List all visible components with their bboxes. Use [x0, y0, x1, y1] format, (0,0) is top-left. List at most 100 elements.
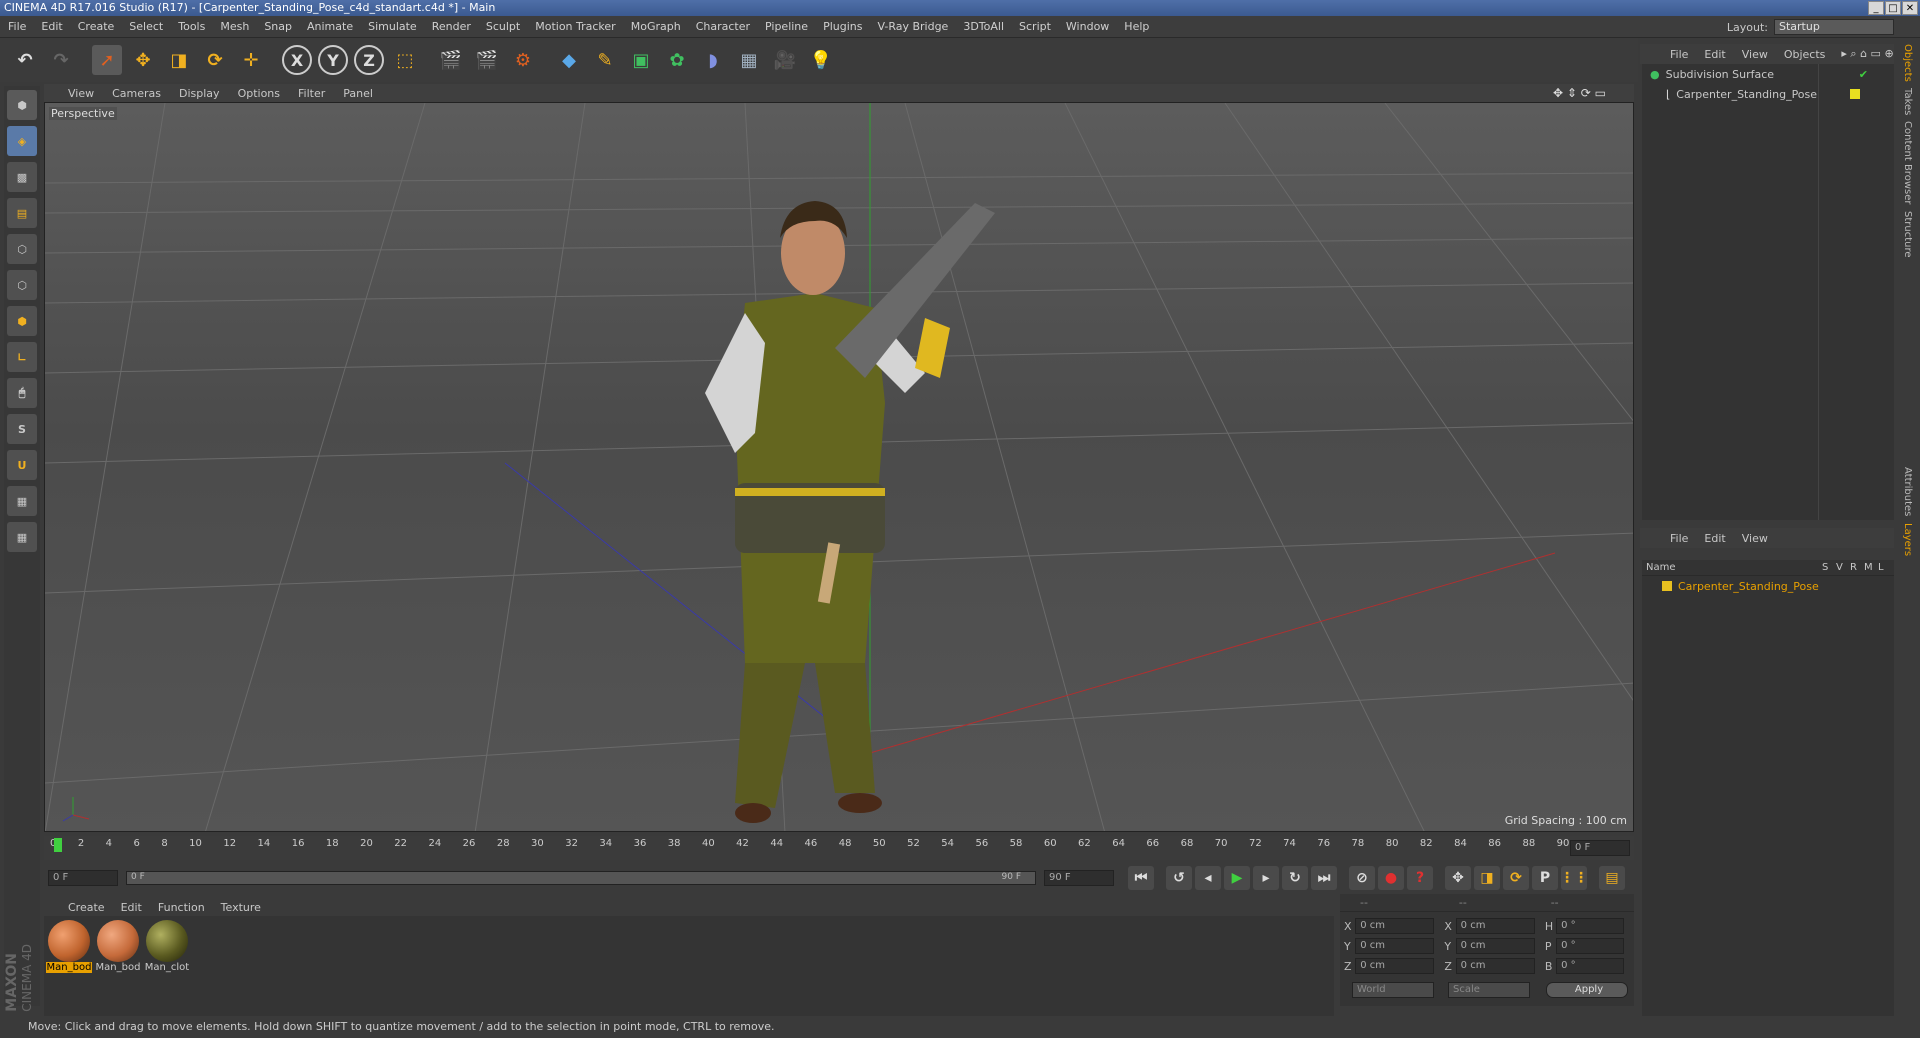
timeline-ruler[interactable]: 0246810121416182022242628303234363840424… [44, 836, 1634, 860]
viewport-nav-icons[interactable]: ✥ ⇕ ⟳ ▭ [1553, 86, 1606, 100]
objects-menu-edit[interactable]: Edit [1704, 48, 1725, 61]
close-button[interactable]: ✕ [1902, 1, 1918, 15]
menu-render[interactable]: Render [432, 20, 471, 33]
start-frame-field[interactable]: 0 F [48, 870, 118, 886]
make-editable-icon[interactable]: ⬢ [7, 90, 37, 120]
viewport-menu-options[interactable]: Options [238, 87, 280, 100]
tab-takes[interactable]: Takes [1902, 88, 1913, 115]
rotate-tool-icon[interactable]: ⟳ [200, 45, 230, 75]
pos-x-field[interactable]: 0 cm [1355, 918, 1435, 934]
viewport-menu-display[interactable]: Display [179, 87, 220, 100]
axis-mode-icon[interactable]: ∟ [7, 342, 37, 372]
record-icon[interactable]: ● [1378, 866, 1404, 890]
material-item[interactable]: Man_clot [144, 920, 190, 1016]
prev-frame-icon[interactable]: ◂ [1195, 866, 1221, 890]
menu-plugins[interactable]: Plugins [823, 20, 862, 33]
planar-workplane-icon[interactable]: ▦ [7, 522, 37, 552]
next-key-icon[interactable]: ↻ [1282, 866, 1308, 890]
size-y-field[interactable]: 0 cm [1455, 938, 1535, 954]
objects-menu-objects[interactable]: Objects [1784, 48, 1826, 61]
light-icon[interactable]: 💡 [806, 45, 836, 75]
menu-motion-tracker[interactable]: Motion Tracker [535, 20, 615, 33]
camera-icon[interactable]: 🎥 [770, 45, 800, 75]
rot-b-field[interactable]: 0 ° [1556, 958, 1624, 974]
key-position-icon[interactable]: ✥ [1445, 866, 1471, 890]
menu-3dtoall[interactable]: 3DToAll [963, 20, 1004, 33]
texture-mode-icon[interactable]: ▩ [7, 162, 37, 192]
move-tool-icon[interactable]: ✥ [128, 45, 158, 75]
scale-tool-icon[interactable]: ◨ [164, 45, 194, 75]
tab-attributes[interactable]: Attributes [1902, 467, 1913, 516]
menu-select[interactable]: Select [129, 20, 163, 33]
maximize-button[interactable]: □ [1885, 1, 1901, 15]
layers-menu-file[interactable]: File [1670, 532, 1688, 545]
menu-tools[interactable]: Tools [178, 20, 205, 33]
minimize-button[interactable]: _ [1868, 1, 1884, 15]
layer-item[interactable]: Carpenter_Standing_Pose [1642, 576, 1894, 596]
recent-tool-icon[interactable]: ✛ [236, 45, 266, 75]
coordinate-system-icon[interactable]: ⬚ [390, 45, 420, 75]
y-axis-lock-icon[interactable]: Y [318, 45, 348, 75]
timeline-window-icon[interactable]: ▤ [1599, 866, 1625, 890]
menu-help[interactable]: Help [1124, 20, 1149, 33]
material-menu-texture[interactable]: Texture [221, 901, 261, 914]
key-pla-icon[interactable]: ⋮⋮ [1560, 866, 1588, 890]
menu-animate[interactable]: Animate [307, 20, 353, 33]
rot-h-field[interactable]: 0 ° [1556, 918, 1624, 934]
layout-dropdown[interactable]: Startup [1774, 19, 1894, 35]
viewport-menu-cameras[interactable]: Cameras [112, 87, 161, 100]
coord-scale-dropdown[interactable]: Scale [1448, 982, 1530, 998]
tweak-mode-icon[interactable]: 🖱 [7, 378, 37, 408]
z-axis-lock-icon[interactable]: Z [354, 45, 384, 75]
menu-edit[interactable]: Edit [41, 20, 62, 33]
tab-structure[interactable]: Structure [1902, 211, 1913, 258]
snap-icon[interactable]: S [7, 414, 37, 444]
viewport-menu-filter[interactable]: Filter [298, 87, 325, 100]
motion-path-icon[interactable]: ⊘ [1349, 866, 1375, 890]
material-item[interactable]: Man_bod [95, 920, 141, 1016]
x-axis-lock-icon[interactable]: X [282, 45, 312, 75]
autokey-icon[interactable]: ? [1407, 866, 1433, 890]
menu-simulate[interactable]: Simulate [368, 20, 417, 33]
tab-content-browser[interactable]: Content Browser [1902, 121, 1913, 204]
end-frame-field[interactable]: 90 F [1044, 870, 1114, 886]
goto-end-icon[interactable]: ⏭ [1311, 866, 1337, 890]
edit-render-settings-icon[interactable]: ⚙ [508, 45, 538, 75]
material-menu-function[interactable]: Function [158, 901, 205, 914]
viewport-menu-panel[interactable]: Panel [343, 87, 373, 100]
edge-mode-icon[interactable]: ⬡ [7, 270, 37, 300]
magnet-icon[interactable]: U [7, 450, 37, 480]
next-frame-icon[interactable]: ▸ [1253, 866, 1279, 890]
menu-window[interactable]: Window [1066, 20, 1109, 33]
menu-file[interactable]: File [8, 20, 26, 33]
perspective-viewport[interactable]: Perspective Grid Spacing : 100 cm [44, 102, 1634, 832]
menu-mesh[interactable]: Mesh [220, 20, 249, 33]
pen-spline-icon[interactable]: ✎ [590, 45, 620, 75]
size-z-field[interactable]: 0 cm [1455, 958, 1535, 974]
subdivision-icon[interactable]: ▣ [626, 45, 656, 75]
objects-menu-file[interactable]: File [1670, 48, 1688, 61]
rot-p-field[interactable]: 0 ° [1556, 938, 1624, 954]
pos-y-field[interactable]: 0 cm [1355, 938, 1435, 954]
prev-key-icon[interactable]: ↺ [1166, 866, 1192, 890]
viewport-menu-view[interactable]: View [68, 87, 94, 100]
tab-objects[interactable]: Objects [1902, 44, 1913, 82]
model-mode-icon[interactable]: ◈ [7, 126, 37, 156]
render-view-icon[interactable]: 🎬 [436, 45, 466, 75]
render-picture-viewer-icon[interactable]: 🎬 [472, 45, 502, 75]
object-subdivision-surface[interactable]: ● Subdivision Surface ✔ [1642, 64, 1894, 84]
layer-color-swatch[interactable] [1662, 581, 1672, 591]
select-tool-icon[interactable]: ➚ [92, 45, 122, 75]
mograph-cloner-icon[interactable]: ✿ [662, 45, 692, 75]
goto-start-icon[interactable]: ⏮ [1128, 866, 1154, 890]
layer-color-swatch[interactable] [1850, 89, 1860, 99]
coord-mode-dropdown[interactable]: World [1352, 982, 1434, 998]
objects-toolbar-icons[interactable]: ▸ ⌕ ⌂ ▭ ⊕ [1841, 47, 1893, 61]
objects-menu-view[interactable]: View [1742, 48, 1768, 61]
pos-z-field[interactable]: 0 cm [1355, 958, 1435, 974]
key-parameter-icon[interactable]: P [1532, 866, 1558, 890]
floor-icon[interactable]: ▦ [734, 45, 764, 75]
cube-icon[interactable]: ◆ [554, 45, 584, 75]
range-slider[interactable]: 0 F 90 F [126, 871, 1036, 885]
menu-create[interactable]: Create [78, 20, 115, 33]
